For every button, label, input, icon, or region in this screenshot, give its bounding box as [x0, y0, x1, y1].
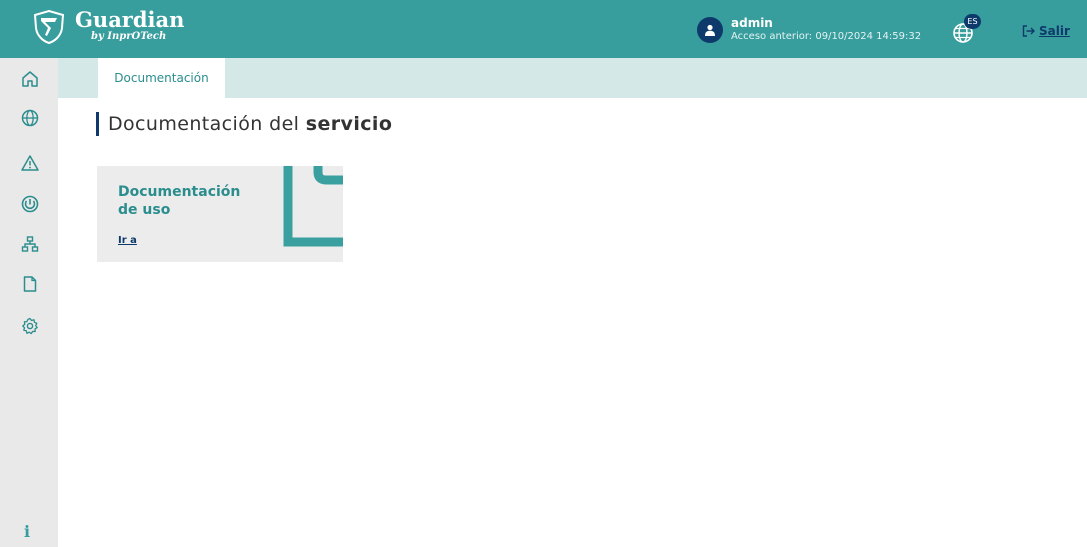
network-icon [21, 236, 39, 252]
globe-icon [21, 109, 39, 127]
page-title-bold: servicio [305, 113, 393, 135]
sidebar-item-monitoring[interactable] [20, 194, 40, 214]
radar-icon [21, 195, 39, 213]
sidebar-item-alerts[interactable] [20, 153, 40, 173]
warning-icon [21, 155, 39, 171]
sidebar-item-settings[interactable] [20, 316, 40, 336]
logout-label[interactable]: Salir [1039, 24, 1070, 38]
page-title: Documentación del servicio [96, 112, 392, 136]
tab-strip: Documentación [58, 58, 1087, 98]
sidebar-item-documentation[interactable] [20, 274, 40, 294]
brand: Guardian by InprOTech [75, 9, 184, 43]
info-icon[interactable]: i [24, 522, 30, 541]
card-title: Documentación de uso [118, 184, 241, 218]
sidebar-item-network-map[interactable] [20, 108, 40, 128]
shield-logo-icon [33, 10, 65, 44]
home-icon [22, 71, 38, 87]
document-icon [23, 276, 37, 292]
top-bar: Guardian by InprOTech admin Acceso anter… [0, 0, 1087, 58]
brand-subtitle: by InprOTech [91, 31, 167, 42]
sidebar-item-network[interactable] [20, 234, 40, 254]
brand-name: Guardian [75, 7, 185, 32]
card-decoration-icon [283, 166, 343, 247]
tab-documentacion[interactable]: Documentación [98, 58, 225, 98]
documentation-card[interactable]: Documentación de uso Ir a [97, 166, 343, 262]
user-name: admin [731, 16, 773, 30]
page-title-prefix: Documentación del [108, 113, 306, 135]
logout-icon [1022, 25, 1035, 37]
settings-icon [22, 317, 38, 335]
sidebar-item-home[interactable] [20, 69, 40, 89]
last-access-text: Acceso anterior: 09/10/2024 14:59:32 [731, 31, 922, 42]
card-link-ir-a[interactable]: Ir a [118, 235, 137, 246]
sidebar: i [0, 58, 58, 547]
user-avatar-icon[interactable] [697, 17, 723, 43]
logout-button[interactable]: Salir [1022, 24, 1070, 38]
language-badge[interactable]: ES [964, 14, 981, 29]
